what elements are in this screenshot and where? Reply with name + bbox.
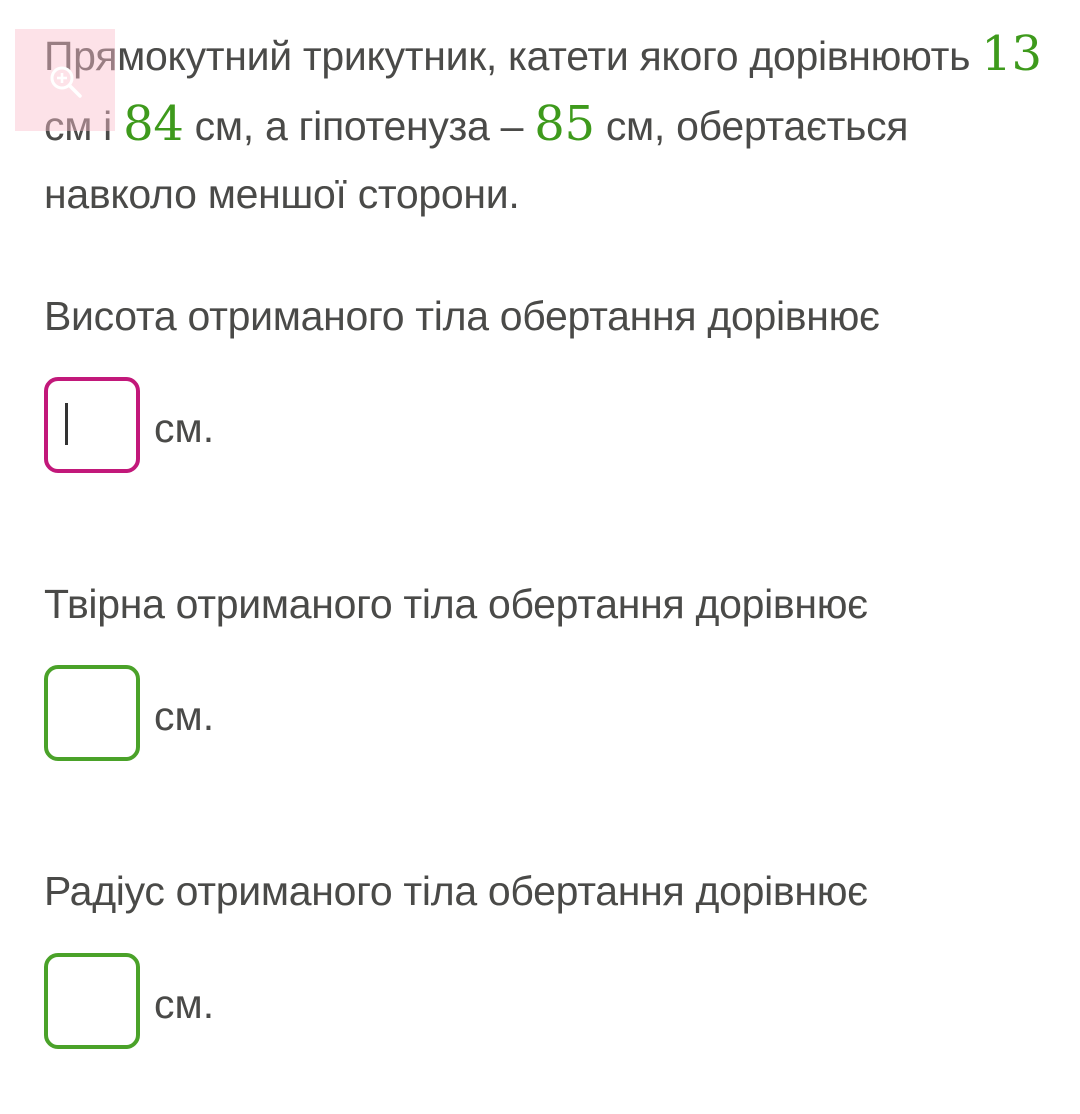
unit-label: см.: [154, 980, 215, 1027]
generatrix-question: Твірна отриманого тіла обертання дорівню…: [44, 581, 868, 627]
height-answer-row: см.: [44, 374, 214, 476]
problem-text: Прямокутний трикутник, катети якого дорі…: [44, 33, 982, 79]
zoom-button[interactable]: [15, 29, 115, 131]
radius-answer-row: см.: [44, 950, 214, 1052]
height-answer-input[interactable]: [44, 377, 140, 473]
leg-a-value: 13: [981, 26, 1042, 82]
radius-question: Радіус отриманого тіла обертання дорівню…: [44, 868, 868, 914]
generatrix-answer-row: см.: [44, 662, 214, 764]
radius-answer-input[interactable]: [44, 953, 140, 1049]
zoom-in-icon: [50, 66, 82, 98]
leg-b-value: 84: [123, 96, 184, 152]
unit-label: см.: [154, 404, 215, 451]
hypotenuse-value: 85: [534, 96, 595, 152]
unit-label: см.: [154, 692, 215, 739]
problem-text: см, а гіпотенуза –: [183, 103, 535, 149]
problem-statement: Прямокутний трикутник, катети якого дорі…: [44, 20, 1054, 228]
text-caret: [65, 403, 68, 445]
generatrix-answer-input[interactable]: [44, 665, 140, 761]
height-question: Висота отриманого тіла обертання дорівню…: [44, 293, 880, 339]
